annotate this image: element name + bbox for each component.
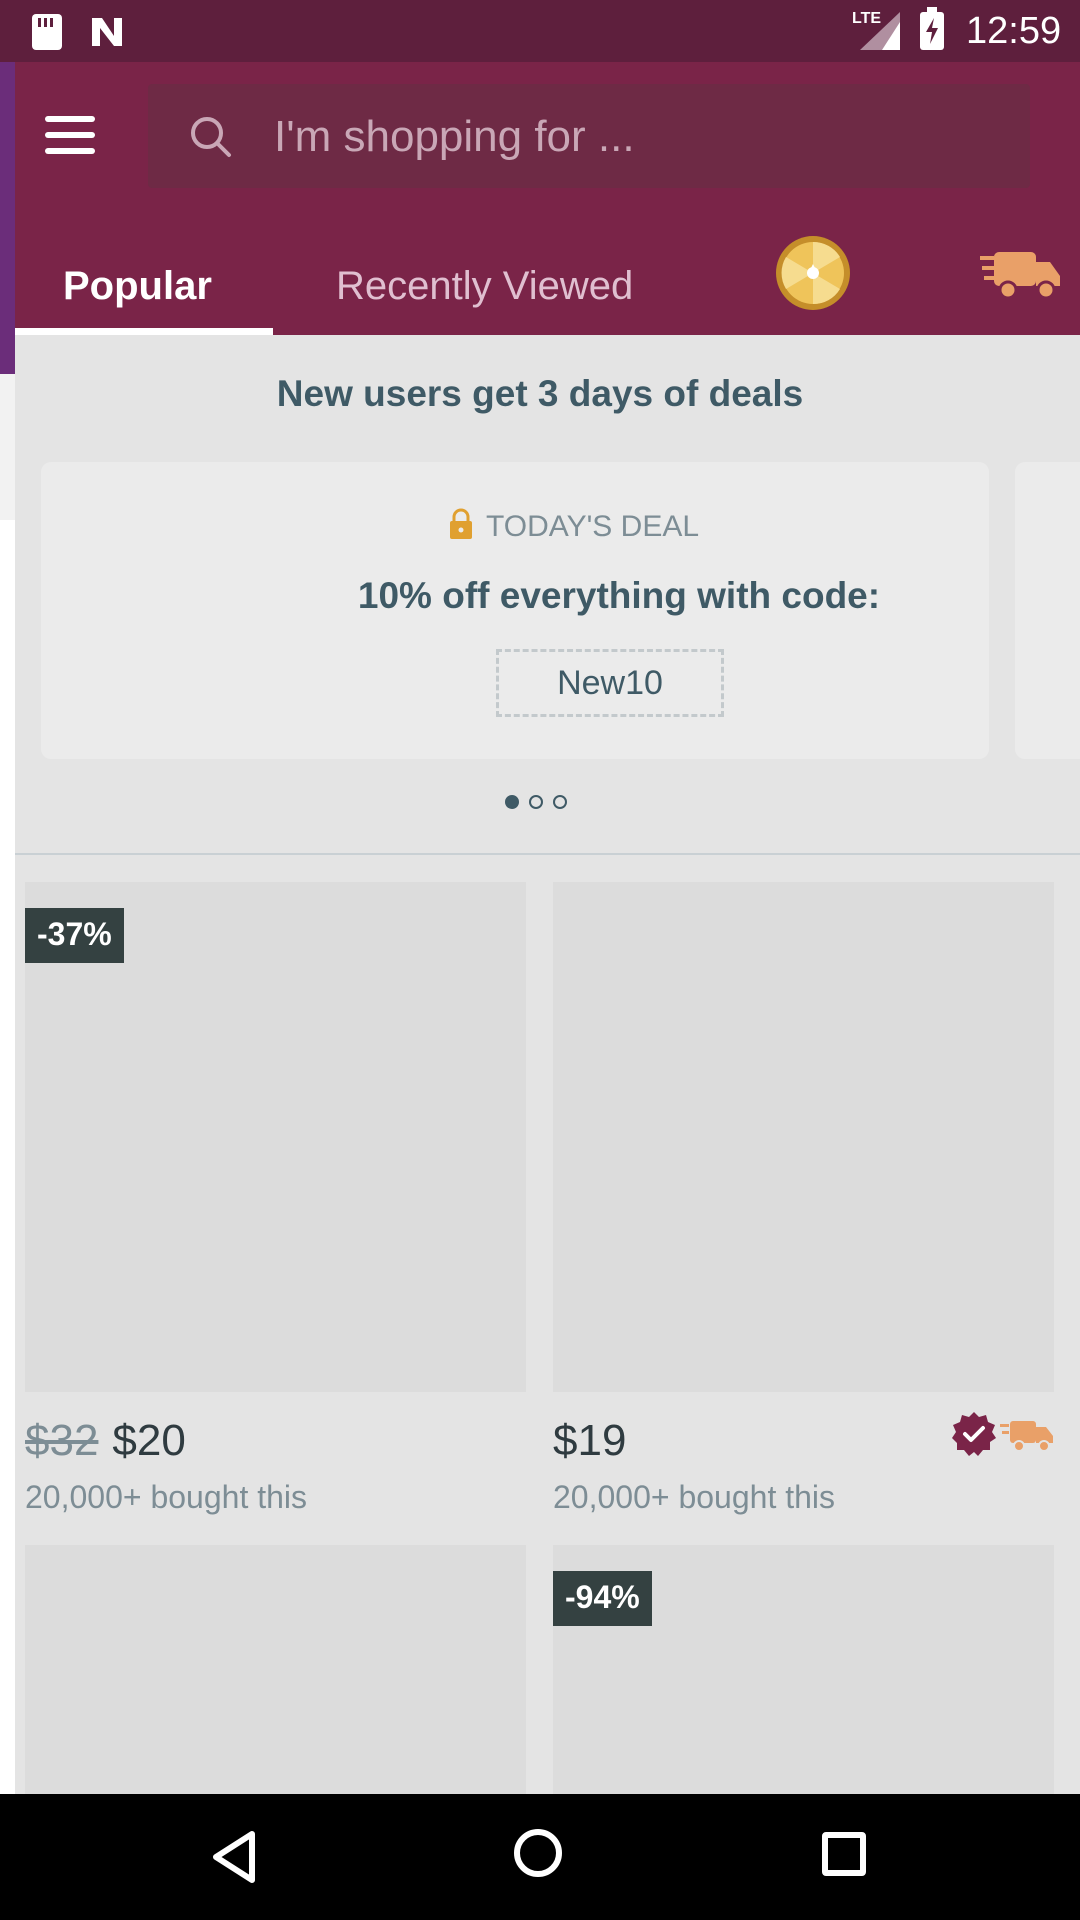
prize-wheel-icon[interactable] (774, 234, 852, 312)
n-logo-icon (92, 18, 122, 46)
status-bar: LTE 12:59 (0, 0, 1080, 62)
tab-bar: Popular Recently Viewed (15, 237, 1080, 335)
discount-badge: -94% (553, 1571, 652, 1626)
active-tab-indicator (15, 328, 273, 335)
promo-section: New users get 3 days of deals TODAY'S DE… (15, 335, 1080, 853)
promo-title: New users get 3 days of deals (276, 373, 804, 414)
tab-recently-viewed[interactable]: Recently Viewed (336, 237, 633, 335)
deal-card[interactable]: TODAY'S DEAL 10% off everything with cod… (41, 462, 989, 759)
verified-badge-icon (952, 1412, 996, 1456)
original-price: $32 (25, 1416, 99, 1465)
deal-label-text: TODAY'S DEAL (486, 510, 700, 543)
product-price-row: $19 (553, 1416, 626, 1466)
deal-description: 10% off everything with code: (357, 575, 881, 616)
clock: 12:59 (966, 10, 1062, 52)
sale-price: $19 (553, 1416, 627, 1465)
carousel-dots (505, 795, 585, 815)
bought-count: 20,000+ bought this (25, 1479, 308, 1515)
product-image[interactable] (25, 1545, 526, 1795)
product-image[interactable]: -37% (25, 882, 526, 1392)
product-grid: -37% $32 $20 20,000+ bought this $19 20,0… (15, 855, 1080, 1795)
fast-shipping-icon (1000, 1421, 1053, 1452)
battery-charging-icon (920, 7, 944, 50)
tab-popular[interactable]: Popular (63, 237, 212, 335)
drawer-edge (0, 62, 15, 374)
back-icon[interactable] (210, 1830, 258, 1884)
product-image[interactable]: -94% (553, 1545, 1054, 1795)
home-icon[interactable] (514, 1829, 562, 1877)
promo-code[interactable]: New10 (496, 649, 724, 717)
shipping-truck-icon[interactable] (980, 244, 1064, 304)
carousel-dot[interactable] (505, 795, 519, 809)
carousel-dot[interactable] (529, 795, 543, 809)
product-image[interactable] (553, 882, 1054, 1392)
sale-price: $20 (112, 1416, 186, 1465)
carousel-dot[interactable] (553, 795, 567, 809)
discount-badge: -37% (25, 908, 124, 963)
product-price-row: $32 $20 (25, 1416, 186, 1466)
app-header: Popular Recently Viewed (15, 62, 1080, 335)
deal-card-next[interactable] (1015, 462, 1080, 759)
recents-icon[interactable] (822, 1832, 866, 1876)
deal-label: TODAY'S DEAL (450, 508, 700, 544)
sd-card-icon (32, 14, 62, 50)
drawer-edge (0, 374, 15, 520)
menu-icon[interactable] (45, 116, 95, 156)
signal-icon (860, 12, 900, 50)
search-input[interactable] (272, 108, 976, 166)
bought-count: 20,000+ bought this (553, 1479, 836, 1515)
lock-icon (450, 508, 472, 539)
search-bar[interactable] (148, 84, 1030, 188)
drawer-edge (0, 520, 15, 1794)
system-nav-bar (0, 1794, 1080, 1920)
search-icon (191, 117, 231, 157)
